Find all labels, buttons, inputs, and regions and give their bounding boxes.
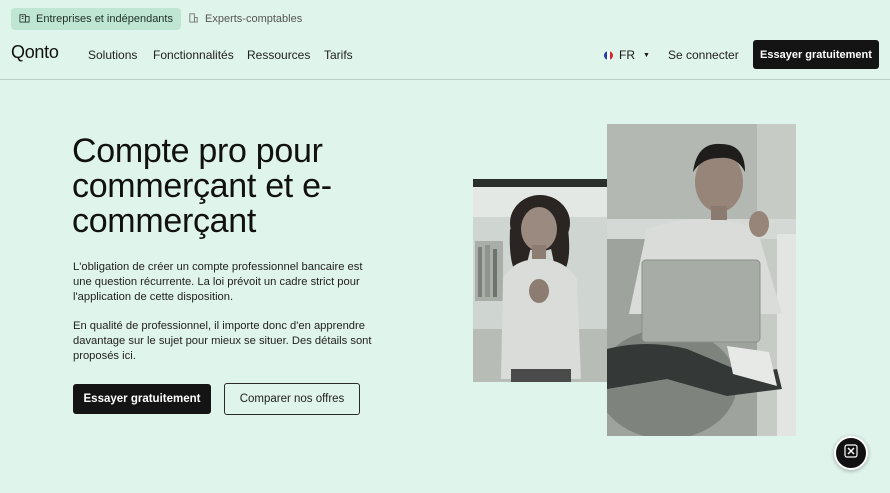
audience-bar: Entreprises et indépendants Experts-comp… — [0, 0, 890, 38]
hero-title: Compte pro pour commerçant et e-commerça… — [72, 132, 332, 240]
nav-tarifs[interactable]: Tarifs — [324, 48, 353, 62]
hero-try-free-button[interactable]: Essayer gratuitement — [73, 384, 211, 414]
nav-ressources[interactable]: Ressources — [247, 48, 310, 62]
nav-try-free-button[interactable]: Essayer gratuitement — [753, 40, 879, 69]
login-link[interactable]: Se connecter — [668, 48, 739, 62]
floating-close-button[interactable] — [834, 436, 868, 470]
tab-experts-label: Experts-comptables — [205, 13, 303, 25]
nav-solutions[interactable]: Solutions — [88, 48, 137, 62]
qonto-logo[interactable]: Qonto — [11, 42, 59, 63]
compare-offers-button[interactable]: Comparer nos offres — [224, 383, 360, 415]
language-selector[interactable]: FR ▼ — [604, 48, 650, 62]
office-building-icon — [188, 12, 199, 26]
nav-fonctionnalites[interactable]: Fonctionnalités — [153, 48, 234, 62]
tab-entreprises[interactable]: Entreprises et indépendants — [11, 8, 181, 30]
hero-photo-woman — [473, 179, 608, 382]
main-navbar: Qonto Solutions Fonctionnalités Ressourc… — [0, 38, 890, 80]
tab-experts-comptables[interactable]: Experts-comptables — [180, 8, 310, 30]
caret-down-icon: ▼ — [643, 51, 650, 59]
tab-entreprises-label: Entreprises et indépendants — [36, 13, 173, 25]
close-icon — [844, 443, 858, 463]
building-icon — [19, 12, 30, 26]
hero-paragraph-2: En qualité de professionnel, il importe … — [73, 320, 372, 362]
hero-paragraph-1: L'obligation de créer un compte professi… — [73, 261, 363, 303]
hero-photo-man-laptop — [607, 124, 796, 436]
language-label: FR — [619, 48, 635, 62]
france-flag-icon — [604, 50, 613, 60]
